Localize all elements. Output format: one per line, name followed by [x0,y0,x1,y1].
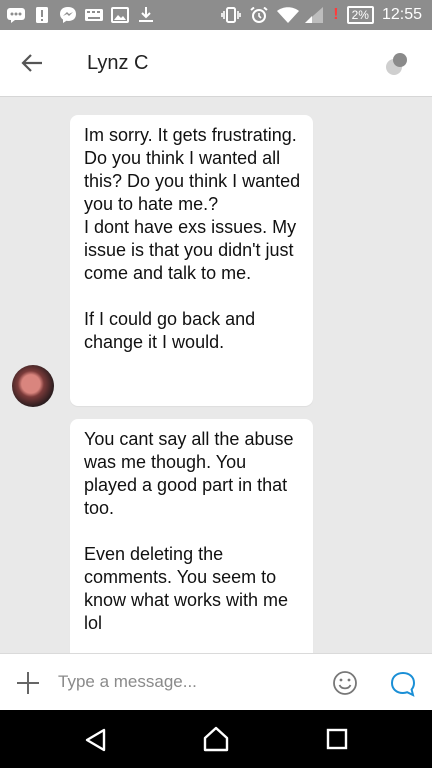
chat-notification-icon [6,7,26,23]
conversation-header: Lynz C [0,30,432,97]
chat-bubble-icon [390,671,416,697]
smiley-icon [333,671,357,695]
wifi-icon [277,7,300,23]
message-list[interactable]: Im sorry. It gets frustrating. Do you th… [0,97,432,653]
message-input[interactable] [58,666,320,698]
home-icon [203,726,229,752]
overflow-menu-button[interactable] [382,50,412,78]
messenger-icon [58,7,78,23]
nav-back-button[interactable] [82,726,110,754]
alarm-icon [249,7,269,23]
message-bubble: You cant say all the abuse was me though… [70,419,313,653]
status-clock: 12:55 [381,6,422,23]
back-button[interactable] [18,50,48,76]
square-recents-icon [326,728,348,750]
signal-icon [305,7,325,23]
contact-avatar[interactable] [12,365,54,407]
system-nav-bar [0,710,432,768]
add-attachment-button[interactable] [14,669,42,697]
status-system: ! 2% 12:55 [221,4,422,26]
message-bubble: Im sorry. It gets frustrating. Do you th… [70,115,313,406]
triangle-back-icon [85,728,106,752]
image-icon [110,7,130,23]
vibrate-icon [221,7,242,23]
nav-recents-button[interactable] [325,727,349,751]
message-composer [0,653,432,711]
emoji-button[interactable] [332,670,358,696]
plus-icon [17,672,39,694]
send-button[interactable] [389,670,417,698]
keyboard-icon [84,7,104,23]
page-title: Lynz C [87,52,149,74]
overflow-icon [386,53,407,75]
status-notifications [6,4,156,26]
battery-icon: 2% [346,6,374,24]
status-bar: ! 2% 12:55 [0,0,432,30]
download-icon [136,7,156,23]
battery-alert-icon: ! [333,6,339,23]
nav-home-button[interactable] [201,724,231,754]
alert-notification-icon [32,7,52,23]
arrow-left-icon [21,54,42,72]
